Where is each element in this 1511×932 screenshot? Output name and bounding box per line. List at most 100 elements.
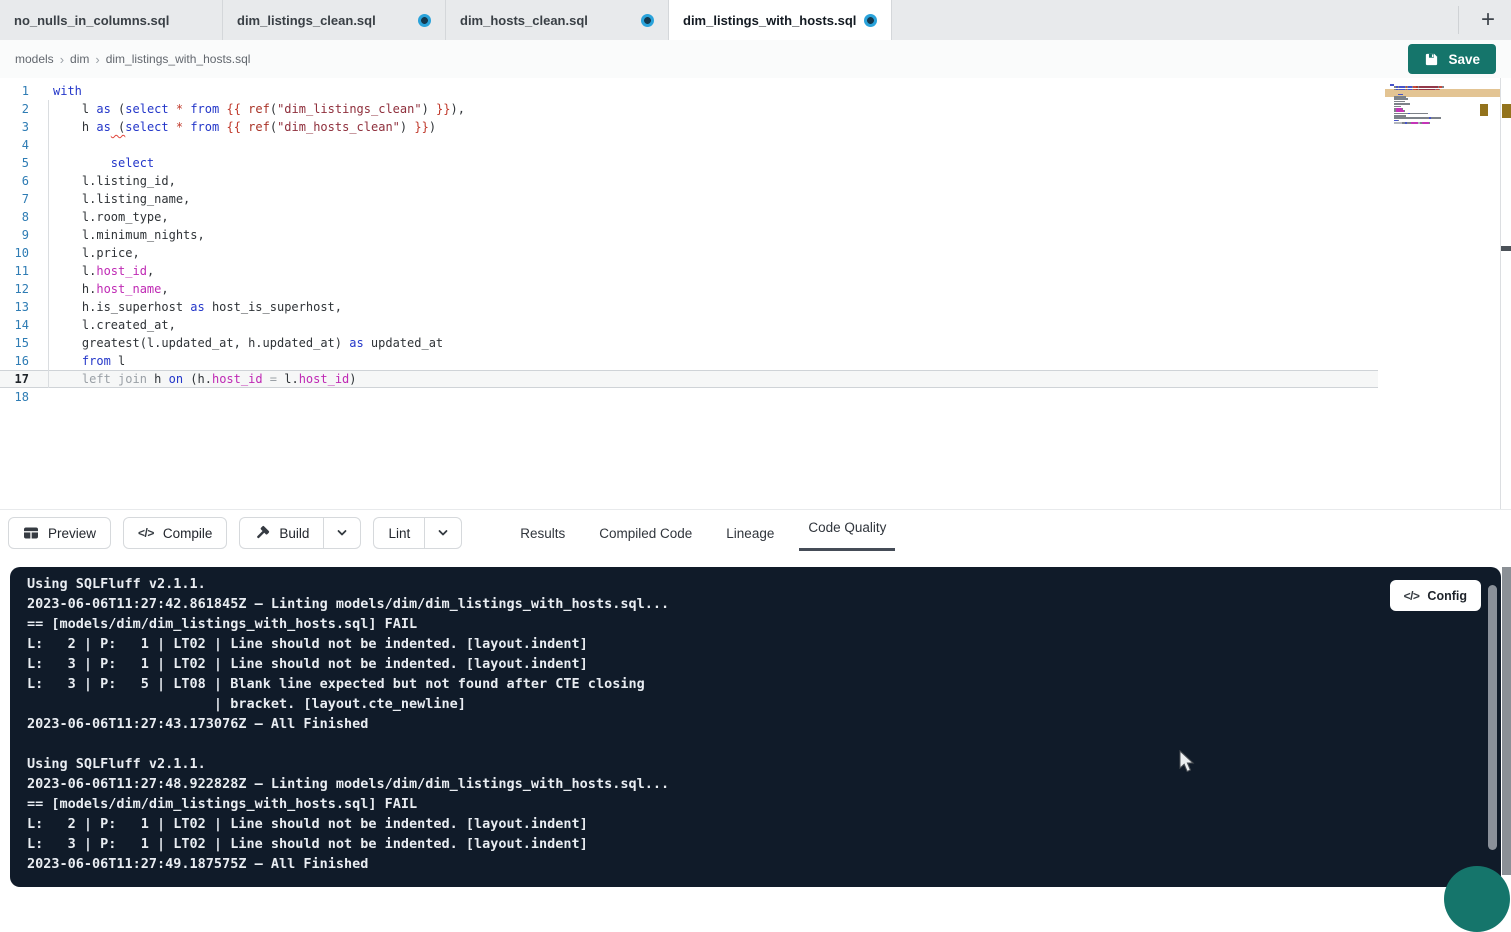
line-number: 7	[0, 190, 29, 208]
panel-tab-compiled-code[interactable]: Compiled Code	[597, 510, 694, 556]
overview-warning-marker	[1502, 104, 1511, 118]
code-line[interactable]: l as (select * from {{ ref("dim_listings…	[53, 100, 465, 118]
line-number: 18	[0, 388, 29, 406]
line-number: 6	[0, 172, 29, 190]
code-line[interactable]: left join h on (h.host_id = l.host_id)	[53, 370, 465, 388]
save-label: Save	[1448, 52, 1480, 67]
line-number: 16	[0, 352, 29, 370]
line-number: 8	[0, 208, 29, 226]
tab-strip: no_nulls_in_columns.sql dim_listings_clea…	[0, 0, 892, 40]
config-label: Config	[1427, 589, 1467, 603]
code-line[interactable]: l.price,	[53, 244, 465, 262]
config-button[interactable]: </> Config	[1390, 580, 1481, 611]
code-line[interactable]: l.minimum_nights,	[53, 226, 465, 244]
terminal-scrollbar[interactable]	[1488, 585, 1497, 850]
line-number: 12	[0, 280, 29, 298]
panel-tab-label: Code Quality	[808, 520, 886, 535]
lint-dropdown-button[interactable]	[424, 517, 462, 549]
code-line[interactable]	[53, 388, 465, 406]
line-number: 15	[0, 334, 29, 352]
code-line[interactable]: greatest(l.updated_at, h.updated_at) as …	[53, 334, 465, 352]
new-tab-button[interactable]: +	[1475, 8, 1501, 32]
tab-label: dim_hosts_clean.sql	[460, 13, 588, 28]
panel-tab-bar: Results Compiled Code Lineage Code Quality	[518, 510, 888, 556]
panel-tab-results[interactable]: Results	[518, 510, 567, 556]
lint-button-group: Lint	[373, 517, 462, 549]
code-line[interactable]: h.is_superhost as host_is_superhost,	[53, 298, 465, 316]
line-number: 14	[0, 316, 29, 334]
editor-tab-bar: no_nulls_in_columns.sql dim_listings_clea…	[0, 0, 1511, 40]
code-brackets-icon: </>	[138, 526, 154, 540]
compile-label: Compile	[163, 526, 213, 541]
line-number: 11	[0, 262, 29, 280]
breadcrumb-item[interactable]: dim_listings_with_hosts.sql	[106, 52, 251, 66]
minimap-line	[1390, 117, 1500, 119]
code-line[interactable]: l.host_id,	[53, 262, 465, 280]
tab-bar-divider	[1458, 6, 1459, 34]
code-editor[interactable]: 123456789101112131415161718 with l as (s…	[0, 78, 1511, 509]
minimap[interactable]	[1385, 82, 1500, 302]
line-number: 13	[0, 298, 29, 316]
tab-dim_hosts_clean.sql[interactable]: dim_hosts_clean.sql	[446, 0, 669, 40]
tab-bar-right: +	[1458, 0, 1511, 40]
code-line[interactable]: l.created_at,	[53, 316, 465, 334]
code-line[interactable]: l.listing_name,	[53, 190, 465, 208]
line-number: 9	[0, 226, 29, 244]
minimap-line	[1390, 120, 1500, 122]
panel-tab-label: Lineage	[726, 526, 774, 541]
panel-tab-lineage[interactable]: Lineage	[724, 510, 776, 556]
panel-tab-label: Results	[520, 526, 565, 541]
modified-indicator	[864, 14, 877, 27]
code-line[interactable]: with	[53, 82, 465, 100]
minimap-line	[1390, 125, 1500, 127]
line-number: 17	[0, 370, 29, 388]
code-content[interactable]: with l as (select * from {{ ref("dim_lis…	[53, 82, 465, 406]
build-button[interactable]: Build	[239, 517, 323, 549]
action-toolbar: Preview </> Compile Build Lint	[0, 509, 1511, 556]
chevron-down-icon	[436, 526, 450, 540]
breadcrumb-item[interactable]: dim	[70, 52, 89, 66]
save-button[interactable]: Save	[1408, 44, 1496, 74]
build-button-group: Build	[239, 517, 361, 549]
code-line[interactable]: l.listing_id,	[53, 172, 465, 190]
indent-guide	[48, 100, 49, 388]
editor-right-border	[1500, 78, 1501, 509]
terminal-panel: Using SQLFluff v2.1.1. 2023-06-06T11:27:…	[10, 567, 1501, 887]
breadcrumb-separator: ›	[60, 52, 64, 67]
table-icon	[23, 525, 39, 541]
compile-button[interactable]: </> Compile	[123, 517, 227, 549]
code-line[interactable]: from l	[53, 352, 465, 370]
editor-scrollbar-thumb[interactable]	[1501, 246, 1511, 251]
breadcrumb-separator: ›	[95, 52, 99, 67]
minimap-line	[1390, 98, 1500, 100]
hammer-icon	[254, 525, 270, 541]
lint-label: Lint	[388, 526, 410, 541]
code-line[interactable]: l.room_type,	[53, 208, 465, 226]
breadcrumb: models › dim › dim_listings_with_hosts.sql	[15, 52, 250, 67]
file-header: models › dim › dim_listings_with_hosts.sql S…	[0, 40, 1511, 78]
line-number-gutter: 123456789101112131415161718	[0, 82, 45, 406]
preview-button[interactable]: Preview	[8, 517, 111, 549]
minimap-line	[1390, 101, 1500, 103]
tab-label: dim_listings_clean.sql	[237, 13, 376, 28]
tab-no_nulls_in_columns.sql[interactable]: no_nulls_in_columns.sql	[0, 0, 223, 40]
build-dropdown-button[interactable]	[323, 517, 361, 549]
code-line[interactable]: select	[53, 154, 465, 172]
page-scrollbar[interactable]	[1502, 567, 1511, 875]
panel-tab-label: Compiled Code	[599, 526, 692, 541]
help-bubble[interactable]	[1444, 866, 1510, 932]
chevron-down-icon	[335, 526, 349, 540]
breadcrumb-item[interactable]: models	[15, 52, 54, 66]
lint-button[interactable]: Lint	[373, 517, 424, 549]
preview-label: Preview	[48, 526, 96, 541]
minimap-warning-marker	[1480, 104, 1488, 116]
modified-indicator	[641, 14, 654, 27]
tab-dim_listings_with_hosts.sql[interactable]: dim_listings_with_hosts.sql	[669, 0, 892, 40]
code-line[interactable]: h.host_name,	[53, 280, 465, 298]
panel-tab-code-quality[interactable]: Code Quality	[806, 510, 888, 556]
build-label: Build	[279, 526, 309, 541]
line-number: 1	[0, 82, 29, 100]
code-line[interactable]: h as (select * from {{ ref("dim_hosts_cl…	[53, 118, 465, 136]
code-line[interactable]	[53, 136, 465, 154]
tab-dim_listings_clean.sql[interactable]: dim_listings_clean.sql	[223, 0, 446, 40]
